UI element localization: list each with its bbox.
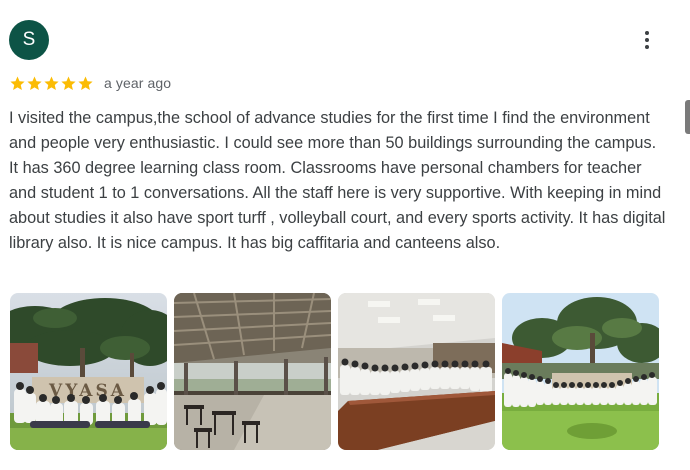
- review-photo-group-sign[interactable]: VYASA: [10, 293, 167, 450]
- star-icon: [44, 76, 59, 90]
- hall-image: [338, 293, 495, 450]
- rating-row: a year ago: [9, 73, 171, 93]
- avatar[interactable]: S: [9, 20, 49, 60]
- review-card: S a year ago I visited the campus,the sc…: [0, 0, 690, 470]
- terrace-image: [174, 293, 331, 450]
- avatar-letter: S: [22, 29, 36, 50]
- star-rating: [9, 75, 94, 92]
- more-vert-icon: [645, 31, 649, 35]
- scrollbar-thumb[interactable]: [685, 100, 690, 134]
- lawn-group-image: [502, 293, 659, 450]
- review-text: I visited the campus,the school of advan…: [9, 109, 666, 252]
- review-photos: VYASA: [10, 293, 659, 450]
- star-icon: [10, 76, 25, 90]
- more-options-button[interactable]: [632, 26, 662, 54]
- review-photo-lawn[interactable]: [502, 293, 659, 450]
- star-icon: [27, 76, 42, 90]
- review-photo-hall[interactable]: [338, 293, 495, 450]
- review-time: a year ago: [104, 75, 172, 91]
- star-icon: [78, 76, 93, 90]
- more-vert-icon-dot: [645, 38, 649, 42]
- more-vert-icon-dot: [645, 45, 649, 49]
- group-sign-image: VYASA: [10, 293, 167, 450]
- review-photo-terrace[interactable]: [174, 293, 331, 450]
- star-icon: [61, 76, 76, 90]
